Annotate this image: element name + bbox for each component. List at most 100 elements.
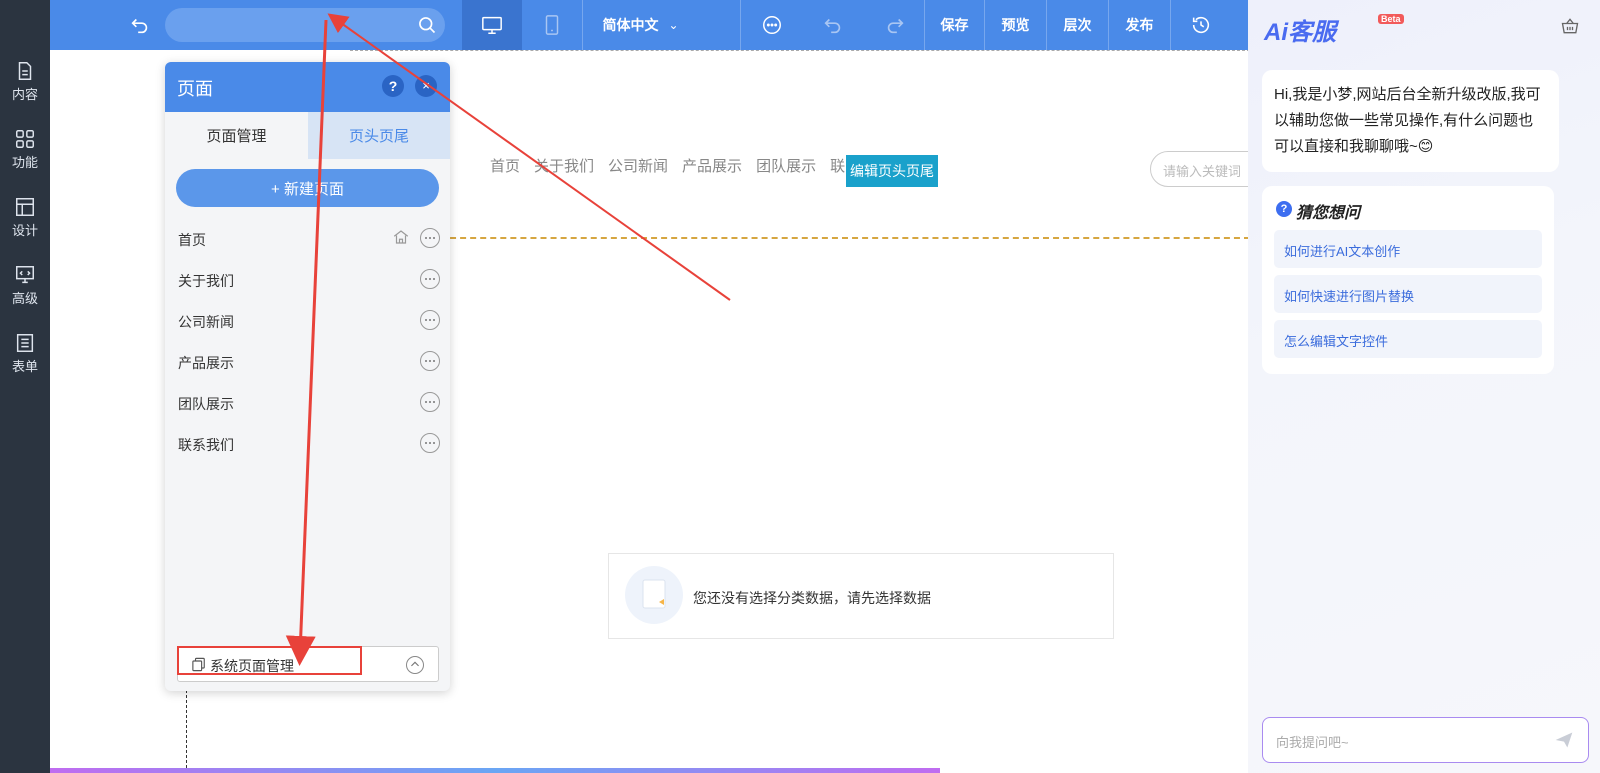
sidebar-item-content[interactable]: 内容: [0, 50, 50, 112]
site-nav-item[interactable]: 首页: [490, 158, 520, 175]
document-icon: [14, 60, 36, 82]
search-icon: [419, 17, 436, 34]
page-label: 关于我们: [178, 273, 234, 289]
edit-header-footer-button[interactable]: 编辑页头页尾: [846, 155, 938, 187]
desktop-icon: [482, 16, 502, 34]
suggestion-item[interactable]: 怎么编辑文字控件: [1274, 320, 1542, 358]
header-bottom-border: [440, 237, 1248, 239]
sidebar-item-label: 设计: [11, 223, 38, 238]
mobile-view-button[interactable]: [522, 0, 582, 50]
suggestion-item[interactable]: 如何快速进行图片替换: [1274, 275, 1542, 313]
undo-icon: [824, 18, 841, 34]
preview-button[interactable]: 预览: [984, 0, 1046, 50]
site-nav-menu: 首页 关于我们 公司新闻 产品展示 团队展示联: [490, 155, 859, 176]
suggestion-item[interactable]: 如何进行AI文本创作: [1274, 230, 1542, 268]
site-nav-item[interactable]: 产品展示: [682, 158, 742, 175]
top-toolbar: 简体中文 ⌄ 保存 预览 层次 发布: [50, 0, 1248, 50]
page-list-item[interactable]: 产品展示: [165, 341, 450, 383]
site-search-input[interactable]: 请输入关键词: [1150, 151, 1248, 187]
sidebar-item-form[interactable]: 表单: [0, 322, 50, 384]
history-button[interactable]: [1170, 0, 1230, 50]
left-sidebar: 内容 功能 设计 高级 表单: [0, 0, 50, 773]
page-list-item[interactable]: 公司新闻: [165, 300, 450, 342]
undo-button[interactable]: [802, 0, 864, 50]
publish-button[interactable]: 发布: [1108, 0, 1170, 50]
more-options-icon[interactable]: [420, 228, 440, 248]
basket-icon[interactable]: [1560, 16, 1580, 36]
panel-title: 页面: [177, 79, 213, 99]
empty-data-notice: 您还没有选择分类数据，请先选择数据: [608, 553, 1114, 639]
ai-chat-input[interactable]: 向我提问吧~: [1262, 717, 1589, 763]
loading-progress-bar: [50, 768, 940, 773]
ai-chat-placeholder: 向我提问吧~: [1276, 735, 1349, 750]
layout-icon: [14, 196, 36, 218]
send-icon[interactable]: [1554, 730, 1574, 750]
page-list-item[interactable]: 首页: [165, 218, 450, 260]
site-nav-item[interactable]: 关于我们: [534, 158, 594, 175]
canvas-guide-line: [186, 690, 187, 773]
close-icon[interactable]: ×: [415, 75, 437, 97]
sidebar-item-label: 功能: [11, 155, 38, 170]
language-select-label: 简体中文: [602, 17, 659, 33]
ai-logo-text: Ai客服: [1264, 19, 1336, 46]
desktop-view-button[interactable]: [462, 0, 522, 50]
more-options-button[interactable]: [740, 0, 802, 50]
question-icon: ?: [1276, 201, 1292, 217]
help-icon[interactable]: ?: [382, 75, 404, 97]
sidebar-item-label: 高级: [11, 291, 38, 306]
beta-badge: Beta: [1378, 14, 1404, 24]
more-options-icon[interactable]: [420, 310, 440, 330]
code-monitor-icon: [14, 264, 36, 286]
tablet-icon: [545, 15, 559, 35]
system-page-label: 系统页面管理: [210, 658, 294, 674]
chevron-down-icon: ⌄: [668, 18, 679, 32]
language-select[interactable]: 简体中文 ⌄: [582, 0, 698, 50]
site-nav-item[interactable]: 公司新闻: [608, 158, 668, 175]
more-options-icon[interactable]: [420, 269, 440, 289]
back-arrow-icon: [131, 18, 148, 34]
form-list-icon: [14, 332, 36, 354]
tab-page-management[interactable]: 页面管理: [165, 112, 308, 159]
more-options-icon[interactable]: [420, 433, 440, 453]
sidebar-item-design[interactable]: 设计: [0, 186, 50, 248]
suggest-title: 猜您想问: [1296, 205, 1361, 222]
page-panel: 页面 ? × 页面管理 页头页尾 + 新建页面 首页 关于我们 公司新闻 产品展…: [165, 62, 450, 691]
page-list-item[interactable]: 关于我们: [165, 259, 450, 301]
page-list-item[interactable]: 团队展示: [165, 382, 450, 424]
page-label: 公司新闻: [178, 314, 234, 330]
tab-header-footer[interactable]: 页头页尾: [308, 112, 450, 159]
empty-document-icon: [625, 566, 683, 624]
site-nav-item[interactable]: 联: [830, 158, 845, 175]
save-button[interactable]: 保存: [924, 0, 984, 50]
empty-message: 您还没有选择分类数据，请先选择数据: [693, 590, 931, 606]
ai-greeting-message: Hi,我是小梦,网站后台全新升级改版,我可以辅助您做一些常见操作,有什么问题也可…: [1262, 70, 1559, 172]
ai-logo: Ai客服 Beta: [1264, 12, 1404, 47]
history-icon: [1192, 16, 1209, 34]
sidebar-item-function[interactable]: 功能: [0, 118, 50, 180]
system-page-management-button[interactable]: 系统页面管理: [177, 646, 439, 682]
more-dots-icon: [762, 16, 781, 34]
sidebar-item-advanced[interactable]: 高级: [0, 254, 50, 316]
toolbar-search-input[interactable]: [165, 8, 445, 42]
home-icon: [393, 230, 409, 244]
copy-icon: [192, 657, 205, 672]
redo-icon: [887, 18, 904, 34]
header-top-border: [350, 50, 1248, 51]
page-label: 联系我们: [178, 437, 234, 453]
sidebar-item-label: 内容: [11, 87, 38, 102]
page-label: 团队展示: [178, 396, 234, 412]
site-nav-item[interactable]: 团队展示: [756, 158, 816, 175]
grid-icon: [14, 128, 36, 150]
new-page-button[interactable]: + 新建页面: [176, 169, 439, 207]
page-label: 产品展示: [178, 355, 234, 371]
redo-button[interactable]: [864, 0, 926, 50]
more-options-icon[interactable]: [420, 392, 440, 412]
chevron-up-icon[interactable]: [406, 656, 424, 674]
back-button[interactable]: [122, 0, 158, 50]
sidebar-item-label: 表单: [11, 359, 38, 374]
page-list-item[interactable]: 联系我们: [165, 423, 450, 465]
more-options-icon[interactable]: [420, 351, 440, 371]
ai-assistant-panel: Ai客服 Beta Hi,我是小梦,网站后台全新升级改版,我可以辅助您做一些常见…: [1248, 0, 1600, 773]
page-label: 首页: [178, 232, 206, 248]
layers-button[interactable]: 层次: [1046, 0, 1108, 50]
